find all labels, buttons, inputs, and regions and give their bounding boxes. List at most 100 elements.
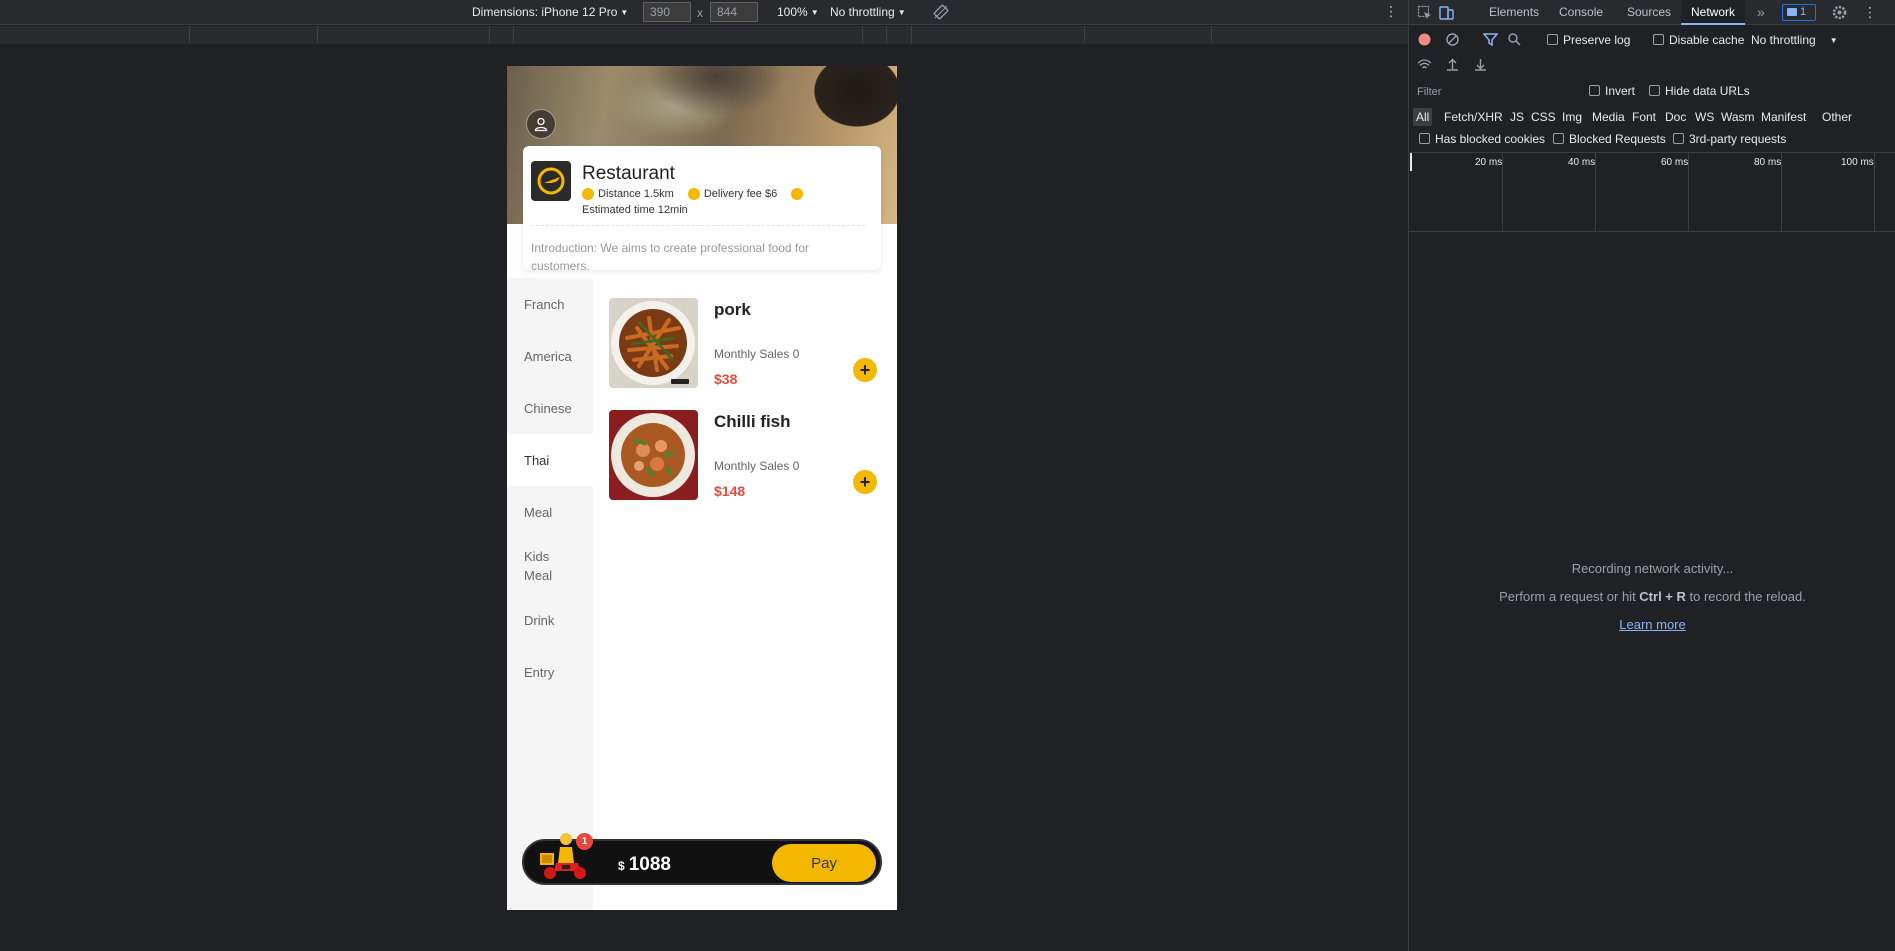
type-other-button[interactable]: Other: [1819, 108, 1855, 126]
message-icon: [1787, 8, 1797, 16]
type-js-button[interactable]: JS: [1507, 108, 1527, 126]
dish-image-chilli-fish: [609, 410, 698, 500]
category-item-meal[interactable]: Meal: [507, 486, 593, 538]
category-item-franch[interactable]: Franch: [507, 278, 593, 330]
reload-hint-suffix: to record the reload.: [1685, 589, 1806, 604]
network-throttling-select[interactable]: No throttling ▼: [1751, 33, 1838, 47]
throttling-select[interactable]: No throttling ▼: [830, 5, 906, 19]
category-item-kids-meal[interactable]: Kids Meal: [507, 538, 567, 594]
device-dimensions-select[interactable]: Dimensions: iPhone 12 Pro ▼: [472, 5, 628, 19]
import-har-icon[interactable]: [1445, 57, 1460, 72]
ruler-segment[interactable]: [0, 26, 190, 43]
has-blocked-cookies-label: Has blocked cookies: [1435, 132, 1546, 146]
clock-icon: [582, 188, 594, 200]
ruler-segment[interactable]: [912, 26, 1085, 43]
timeline-label: 40 ms: [1568, 157, 1596, 168]
media-query-ruler: [0, 26, 1408, 44]
tab-network[interactable]: Network: [1681, 0, 1746, 25]
hide-data-urls-checkbox[interactable]: Hide data URLs: [1649, 84, 1750, 98]
pay-button[interactable]: Pay: [772, 844, 876, 882]
divider: [531, 225, 865, 226]
invert-label: Invert: [1605, 84, 1636, 98]
filter-icon[interactable]: [1483, 32, 1498, 47]
shop-delivery-fee: Delivery fee $6: [703, 188, 778, 200]
type-wasm-button[interactable]: Wasm: [1718, 108, 1758, 126]
type-all-button[interactable]: All: [1413, 108, 1433, 126]
ruler-segment[interactable]: [863, 26, 887, 43]
devtools-more-options-icon[interactable]: ⋮: [1863, 0, 1877, 25]
tab-elements[interactable]: Elements: [1489, 0, 1539, 25]
zoom-select[interactable]: 100% ▼: [777, 5, 819, 19]
has-blocked-cookies-checkbox[interactable]: Has blocked cookies: [1419, 132, 1545, 146]
plus-icon: +: [859, 472, 871, 492]
category-item-drink[interactable]: Drink: [507, 594, 593, 646]
ruler-segment[interactable]: [318, 26, 490, 43]
chevron-down-icon: ▼: [620, 8, 629, 17]
type-font-button[interactable]: Font: [1629, 108, 1659, 126]
dish-image-pork: [609, 298, 698, 388]
tab-sources[interactable]: Sources: [1627, 0, 1671, 25]
chevron-down-icon: ▼: [810, 8, 819, 17]
timeline-label: 80 ms: [1754, 157, 1782, 168]
ruler-segment[interactable]: [1085, 26, 1212, 43]
dish-item[interactable]: pork Monthly Sales 0 $38 +: [609, 298, 884, 388]
filter-input[interactable]: Filter: [1413, 84, 1583, 100]
clear-icon[interactable]: [1445, 32, 1460, 47]
gear-icon[interactable]: [1832, 5, 1847, 20]
category-item-entry[interactable]: Entry: [507, 646, 593, 698]
type-css-button[interactable]: CSS: [1528, 108, 1559, 126]
disable-cache-checkbox[interactable]: Disable cache: [1653, 33, 1744, 47]
tab-console[interactable]: Console: [1559, 0, 1603, 25]
search-icon[interactable]: [1507, 32, 1522, 47]
add-to-cart-button[interactable]: +: [853, 470, 877, 494]
invert-checkbox[interactable]: Invert: [1589, 84, 1635, 98]
issues-badge[interactable]: 1: [1782, 4, 1816, 21]
type-img-button[interactable]: Img: [1559, 108, 1585, 126]
type-ws-button[interactable]: WS: [1692, 108, 1717, 126]
third-party-requests-checkbox[interactable]: 3rd-party requests: [1673, 132, 1786, 146]
inspect-element-icon[interactable]: [1417, 5, 1432, 20]
add-to-cart-button[interactable]: +: [853, 358, 877, 382]
dish-item[interactable]: Chilli fish Monthly Sales 0 $148 +: [609, 410, 884, 500]
checkbox-icon: [1553, 133, 1564, 144]
user-icon: [534, 117, 548, 132]
ruler-segment[interactable]: [490, 26, 514, 43]
ruler-segment[interactable]: [190, 26, 318, 43]
timeline-label: 60 ms: [1661, 157, 1689, 168]
dish-price: $148: [714, 483, 746, 499]
preserve-log-checkbox[interactable]: Preserve log: [1547, 33, 1630, 47]
record-icon[interactable]: [1417, 32, 1432, 47]
ruler-segment[interactable]: [887, 26, 912, 43]
more-options-icon[interactable]: ⋮: [1384, 3, 1398, 19]
location-arrow-icon[interactable]: [791, 188, 804, 200]
type-media-button[interactable]: Media: [1589, 108, 1628, 126]
blocked-requests-checkbox[interactable]: Blocked Requests: [1553, 132, 1666, 146]
device-height-input[interactable]: 844: [710, 2, 758, 22]
network-timeline-overview[interactable]: 20 ms 40 ms 60 ms 80 ms 100 ms: [1409, 152, 1895, 232]
checkbox-icon: [1589, 85, 1600, 96]
device-toggle-icon[interactable]: [1439, 5, 1454, 20]
rotate-icon[interactable]: [933, 4, 949, 20]
checkbox-icon: [1673, 133, 1684, 144]
ruler-segment[interactable]: [514, 26, 863, 43]
category-item-thai[interactable]: Thai: [507, 434, 593, 486]
user-profile-button[interactable]: [526, 109, 556, 139]
recording-status: Recording network activity...: [1571, 561, 1734, 576]
learn-more-link[interactable]: Learn more: [1619, 617, 1685, 632]
learn-more-row: Learn more: [1409, 617, 1895, 632]
dish-price: $38: [714, 371, 738, 387]
more-tabs-icon[interactable]: »: [1757, 0, 1765, 25]
type-doc-button[interactable]: Doc: [1662, 108, 1689, 126]
category-item-chinese[interactable]: Chinese: [507, 382, 593, 434]
wifi-settings-icon[interactable]: [1417, 57, 1432, 72]
type-fetch-xhr-button[interactable]: Fetch/XHR: [1441, 108, 1506, 126]
device-width-input[interactable]: 390: [643, 2, 691, 22]
devtools-panel: Elements Console Sources Network » 1 ⋮ P…: [1408, 0, 1895, 951]
export-har-icon[interactable]: [1473, 57, 1488, 72]
category-item-america[interactable]: America: [507, 330, 593, 382]
devtools-tab-bar: Elements Console Sources Network » 1 ⋮: [1409, 0, 1895, 25]
blocked-requests-label: Blocked Requests: [1569, 132, 1666, 146]
reload-hint-keys: Ctrl + R: [1639, 589, 1686, 604]
type-manifest-button[interactable]: Manifest: [1758, 108, 1809, 126]
cart-total: $1088: [618, 854, 671, 876]
